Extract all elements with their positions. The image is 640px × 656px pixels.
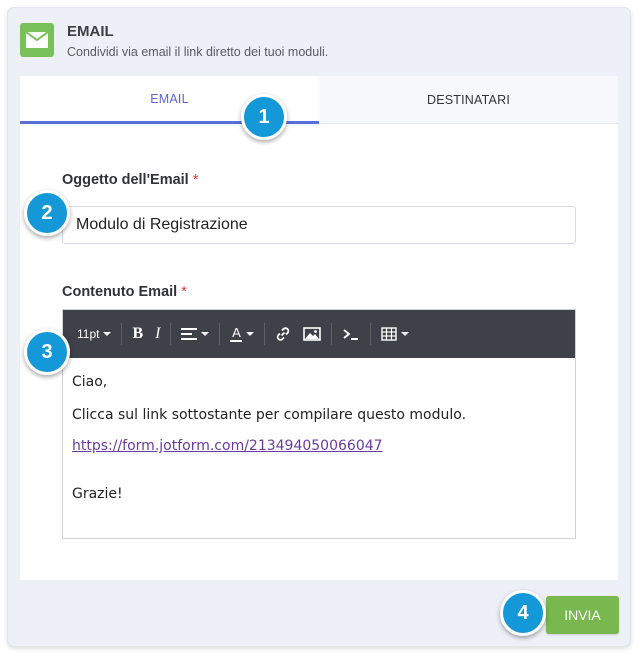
step-marker-3: 3: [24, 329, 70, 375]
step-marker-2: 2: [24, 190, 70, 236]
chevron-down-icon: [103, 332, 112, 336]
rich-text-editor[interactable]: 11pt B I A Ciao, Clicca sul link sottost…: [62, 309, 576, 539]
image-icon: [303, 327, 322, 341]
step-marker-1: 1: [241, 94, 287, 140]
insert-code-button[interactable]: [336, 319, 366, 349]
toolbar-divider: [370, 323, 372, 345]
italic-button[interactable]: I: [149, 319, 166, 349]
tab-bar: EMAIL DESTINATARI: [20, 76, 618, 124]
panel-title: EMAIL: [67, 23, 114, 40]
text-color-underline: [230, 340, 243, 342]
insert-image-button[interactable]: [297, 319, 327, 349]
envelope-icon: [20, 23, 54, 57]
email-form-link-line: https://form.jotform.com/213494050066047: [72, 438, 383, 454]
tab-recipients[interactable]: DESTINATARI: [319, 76, 618, 124]
toolbar-divider: [331, 323, 333, 345]
code-prompt-icon: [343, 329, 359, 340]
toolbar-divider: [121, 323, 123, 345]
email-greeting: Ciao,: [72, 374, 108, 390]
text-color-dropdown[interactable]: A: [224, 319, 260, 349]
chevron-down-icon: [401, 332, 410, 336]
bold-button[interactable]: B: [126, 319, 149, 349]
align-dropdown[interactable]: [175, 319, 215, 349]
insert-link-button[interactable]: [269, 319, 297, 349]
link-icon: [277, 327, 290, 341]
italic-icon: I: [155, 325, 161, 342]
insert-table-dropdown[interactable]: [375, 319, 415, 349]
panel-subtitle: Condividi via email il link diretto dei …: [67, 45, 329, 59]
email-instruction: Clicca sul link sottostante per compilar…: [72, 407, 467, 423]
font-size-value: 11pt: [77, 327, 100, 341]
content-label-text: Contenuto Email: [62, 284, 178, 300]
table-icon: [381, 327, 398, 341]
editor-toolbar: 11pt B I A: [63, 310, 575, 358]
send-button[interactable]: INVIA: [546, 596, 619, 634]
toolbar-divider: [170, 323, 172, 345]
subject-label: Oggetto dell'Email *: [62, 172, 198, 188]
subject-label-text: Oggetto dell'Email: [62, 172, 189, 188]
content-label: Contenuto Email *: [62, 284, 187, 300]
align-left-icon: [181, 328, 198, 340]
required-mark: *: [192, 172, 199, 188]
font-size-dropdown[interactable]: 11pt: [71, 319, 117, 349]
chevron-down-icon: [246, 332, 255, 336]
email-form-card: EMAIL DESTINATARI Oggetto dell'Email* Co…: [20, 76, 618, 580]
text-color-letter: A: [232, 325, 241, 340]
bold-icon: B: [132, 325, 144, 342]
subject-input[interactable]: [62, 206, 576, 244]
toolbar-divider: [219, 323, 221, 345]
email-closing: Grazie!: [72, 486, 123, 502]
toolbar-divider: [264, 323, 266, 345]
step-marker-4: 4: [500, 590, 546, 636]
form-link[interactable]: https://form.jotform.com/213494050066047: [72, 438, 383, 454]
required-mark: *: [181, 284, 187, 300]
chevron-down-icon: [201, 332, 210, 336]
text-color-icon: A: [230, 325, 243, 342]
